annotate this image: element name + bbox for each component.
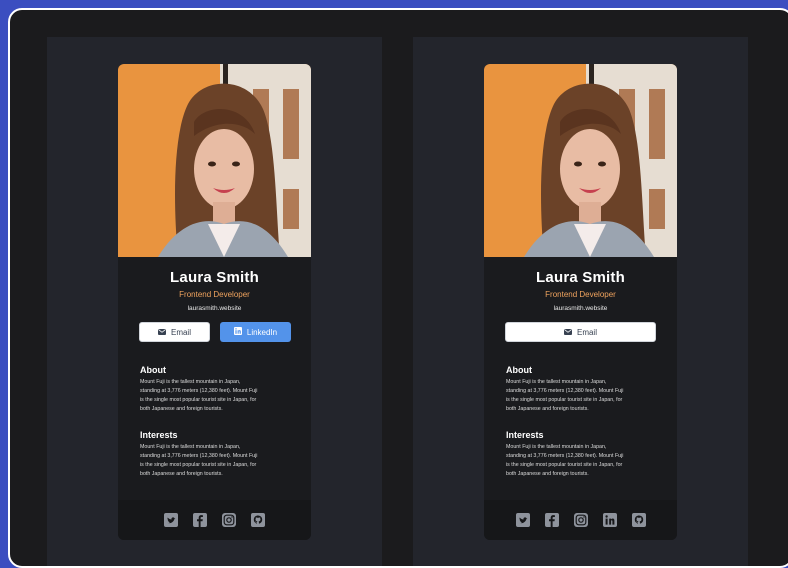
interests-line: standing at 3,776 meters (12,380 feet). …: [506, 453, 624, 459]
interests-line: both Japanese and foreign tourists.: [506, 471, 589, 477]
github-icon[interactable]: [631, 513, 646, 528]
about-text: Mount Fuji is the tallest mountain in Ja…: [506, 378, 658, 414]
profile-website-link[interactable]: laurasmith.website: [484, 305, 677, 312]
email-button[interactable]: Email: [139, 322, 210, 342]
email-button[interactable]: Email: [505, 322, 656, 342]
about-line: is the single most popular tourist site …: [506, 397, 623, 403]
twitter-icon[interactable]: [515, 513, 530, 528]
profile-photo: [484, 64, 677, 257]
twitter-icon[interactable]: [164, 513, 179, 528]
app-window: Laura Smith Frontend Developer laurasmit…: [8, 8, 788, 568]
interests-line: is the single most popular tourist site …: [140, 462, 257, 468]
linkedin-icon: [233, 327, 242, 337]
profile-card: Laura Smith Frontend Developer laurasmit…: [118, 64, 311, 540]
linkedin-icon[interactable]: [602, 513, 617, 528]
interests-line: is the single most popular tourist site …: [506, 462, 623, 468]
interests-heading: Interests: [506, 430, 544, 440]
linkedin-button[interactable]: LinkedIn: [220, 322, 291, 342]
profile-role: Frontend Developer: [179, 290, 250, 299]
profile-name: Laura Smith: [170, 269, 259, 286]
interests-line: Mount Fuji is the tallest mountain in Ja…: [140, 444, 241, 450]
preview-panel-left: Laura Smith Frontend Developer laurasmit…: [47, 37, 382, 566]
profile-card: Laura Smith Frontend Developer laurasmit…: [484, 64, 677, 540]
profile-name: Laura Smith: [536, 269, 625, 286]
about-line: Mount Fuji is the tallest mountain in Ja…: [140, 379, 241, 385]
social-footer: [484, 500, 677, 540]
interests-line: standing at 3,776 meters (12,380 feet). …: [140, 453, 258, 459]
about-line: standing at 3,776 meters (12,380 feet). …: [506, 388, 624, 394]
email-button-label: Email: [170, 327, 191, 337]
mail-icon: [563, 328, 572, 337]
facebook-icon[interactable]: [544, 513, 559, 528]
preview-panel-right: Laura Smith Frontend Developer laurasmit…: [413, 37, 748, 566]
interests-line: Mount Fuji is the tallest mountain in Ja…: [506, 444, 607, 450]
interests-text: Mount Fuji is the tallest mountain in Ja…: [140, 443, 292, 479]
instagram-icon[interactable]: [222, 513, 237, 528]
interests-text: Mount Fuji is the tallest mountain in Ja…: [506, 443, 658, 479]
instagram-icon[interactable]: [573, 513, 588, 528]
profile-website-link[interactable]: laurasmith.website: [118, 305, 311, 312]
about-line: standing at 3,776 meters (12,380 feet). …: [140, 388, 258, 394]
interests-line: both Japanese and foreign tourists.: [140, 471, 223, 477]
about-line: both Japanese and foreign tourists.: [140, 406, 223, 412]
about-heading: About: [506, 365, 532, 375]
linkedin-button-label: LinkedIn: [246, 327, 278, 337]
email-button-label: Email: [576, 327, 597, 337]
about-line: is the single most popular tourist site …: [140, 397, 257, 403]
about-heading: About: [140, 365, 166, 375]
social-footer: [118, 500, 311, 540]
profile-photo: [118, 64, 311, 257]
mail-icon: [157, 328, 166, 337]
profile-role: Frontend Developer: [545, 290, 616, 299]
github-icon[interactable]: [251, 513, 266, 528]
about-line: both Japanese and foreign tourists.: [506, 406, 589, 412]
interests-heading: Interests: [140, 430, 178, 440]
about-line: Mount Fuji is the tallest mountain in Ja…: [506, 379, 607, 385]
about-text: Mount Fuji is the tallest mountain in Ja…: [140, 378, 292, 414]
facebook-icon[interactable]: [193, 513, 208, 528]
